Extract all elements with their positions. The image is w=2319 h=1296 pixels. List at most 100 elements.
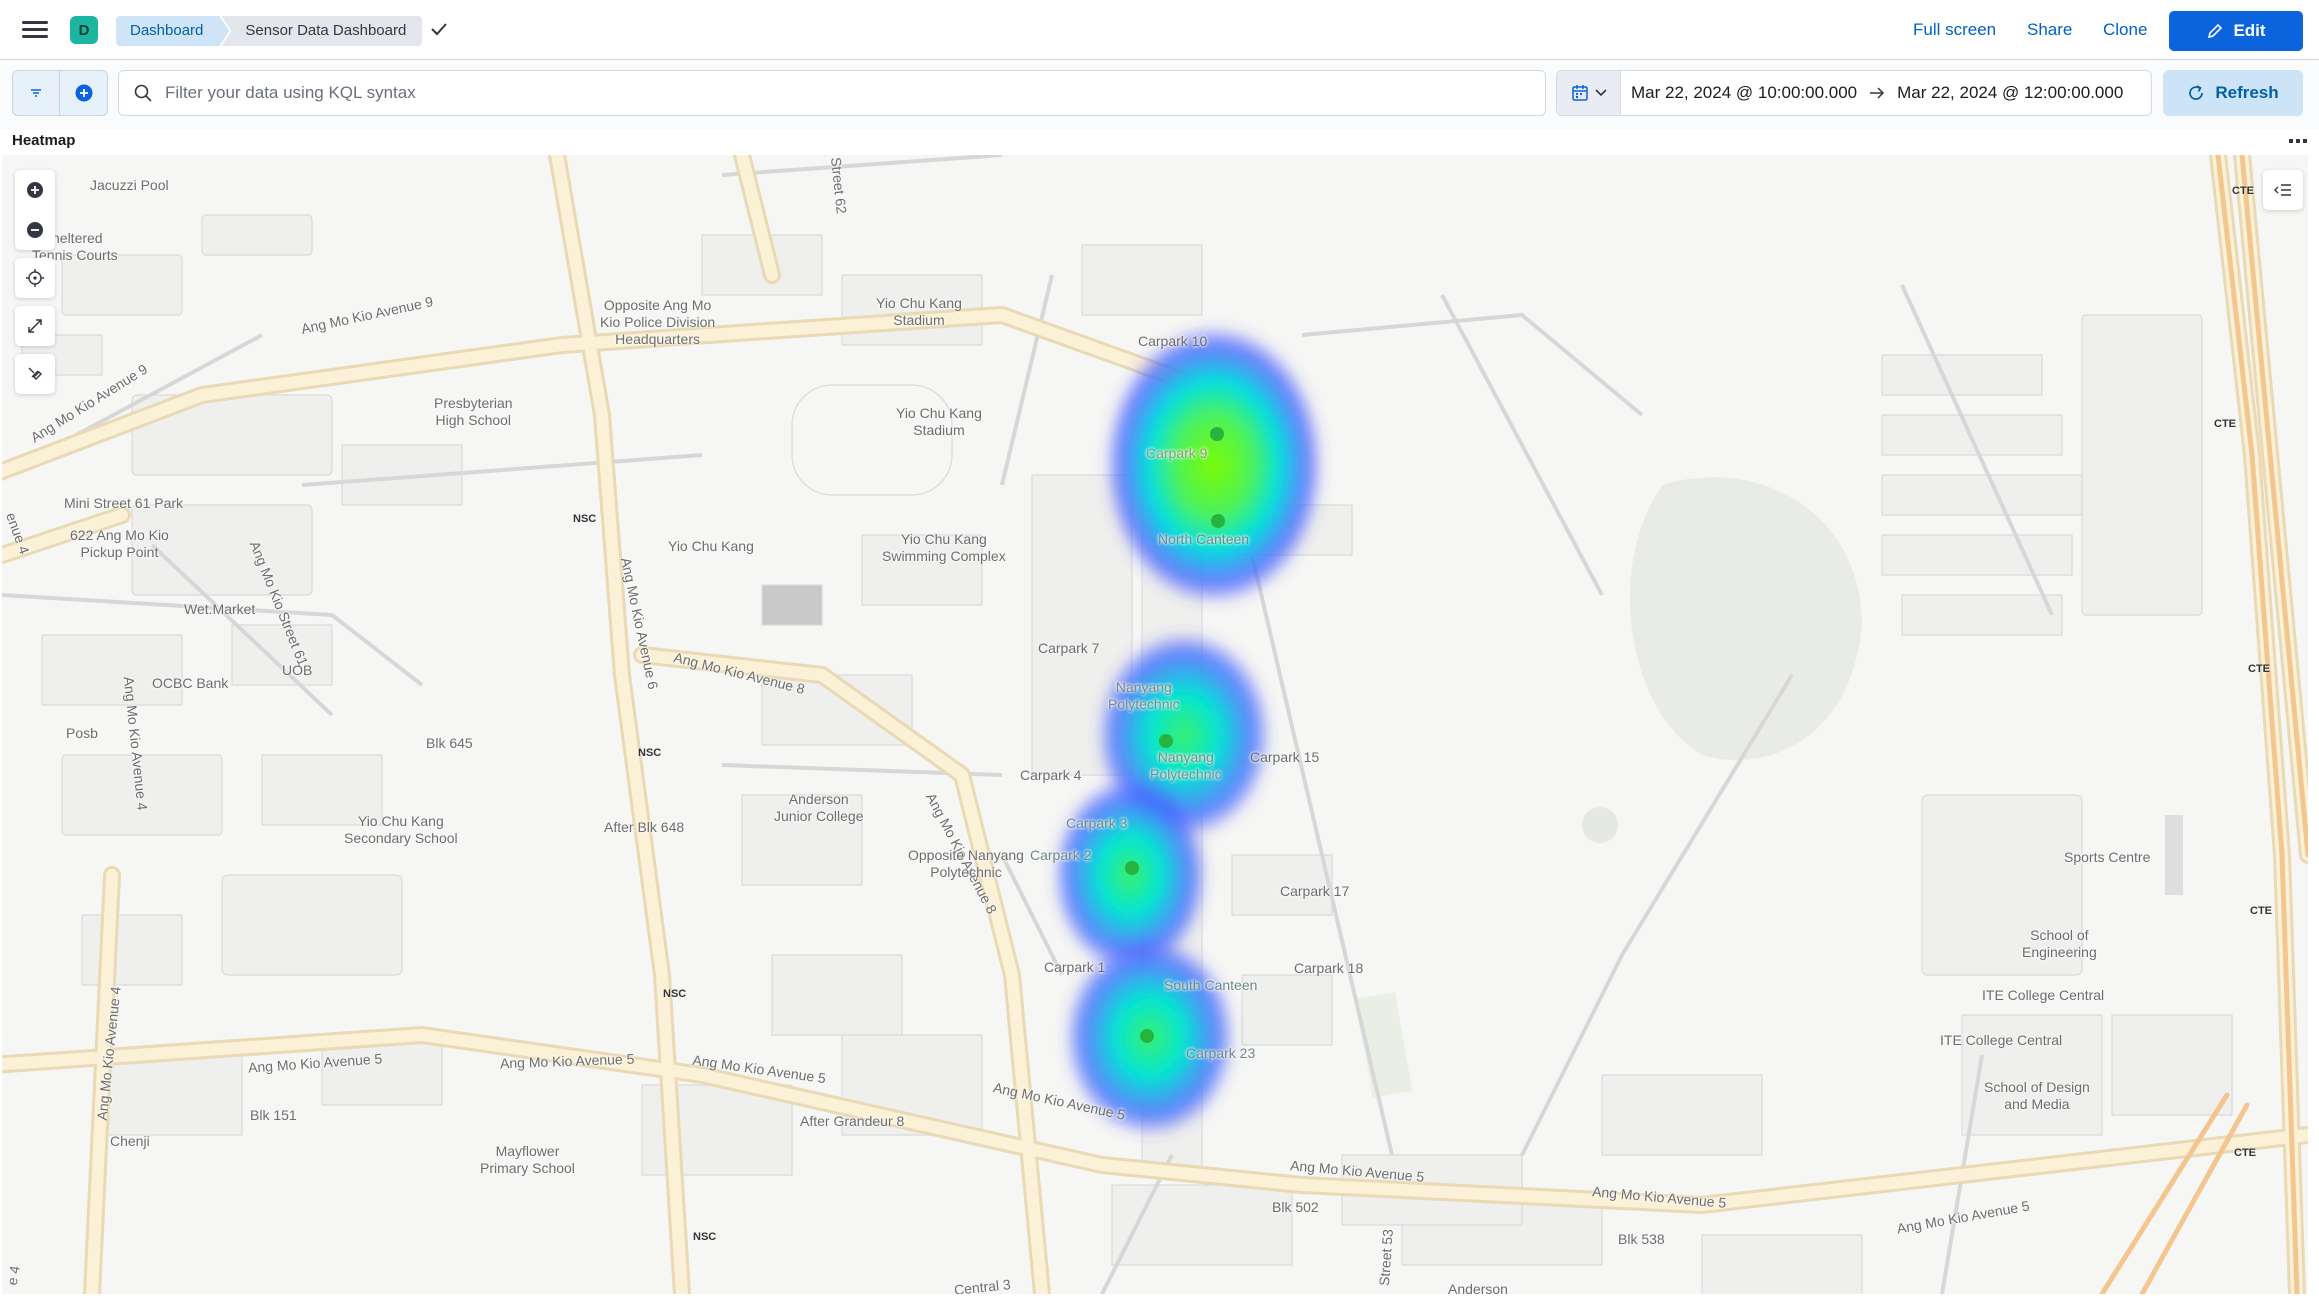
map-tools [15,170,55,402]
refresh-button[interactable]: Refresh [2163,70,2303,116]
top-header: D Dashboard Sensor Data Dashboard Full s… [0,0,2319,60]
sensor-point [1210,427,1224,441]
cte-marker: CTE [2248,663,2270,675]
menu-icon[interactable] [22,18,48,42]
map-label: Carpark 10 [1138,333,1208,349]
zoom-control [15,170,55,250]
map-label: Nanyang Polytechnic [1108,679,1180,712]
map-label: School of Engineering [2022,927,2097,960]
heatmap-map[interactable]: Jacuzzi Pool heltered Tennis Courts Ang … [2,155,2308,1294]
draw-tool-button[interactable] [15,354,55,394]
map-label: e 4 [3,1264,23,1287]
cte-marker: CTE [2250,905,2272,917]
breadcrumb: Dashboard Sensor Data Dashboard [116,16,423,46]
edit-button[interactable]: Edit [2169,11,2303,51]
crosshair-icon [26,269,44,287]
arrow-right-icon [1870,87,1885,99]
map-label: Carpark 7 [1038,640,1100,656]
map-label: Mayflower Primary School [480,1143,575,1176]
map-label: Yio Chu Kang Swimming Complex [882,531,1006,564]
check-icon[interactable] [428,18,450,40]
map-label: Blk 502 [1272,1199,1319,1215]
start-date[interactable]: Mar 22, 2024 @ 10:00:00.000 [1631,83,1857,103]
kql-search-input[interactable] [165,71,1525,115]
end-date[interactable]: Mar 22, 2024 @ 12:00:00.000 [1897,83,2123,103]
calendar-icon [1571,85,1588,101]
chevron-down-icon [1594,89,1607,97]
map-label: Presbyterian High School [434,395,513,428]
minus-circle-icon [27,222,43,238]
map-label: Blk 645 [426,735,473,751]
map-label: Carpark 1 [1044,959,1106,975]
map-label: After Blk 648 [604,819,685,835]
plus-circle-icon [27,182,43,198]
map-label: Anderson Junior College [774,791,864,824]
sensor-point [1159,734,1173,748]
map-label: After Grandeur 8 [800,1113,905,1129]
layer-legend-button[interactable] [2263,170,2303,210]
map-label: Wet.Market [184,601,256,617]
map-label: heltered [52,230,103,246]
sensor-point [1125,861,1139,875]
edit-label: Edit [2233,21,2266,40]
add-filter-button[interactable] [60,71,107,115]
date-picker: Mar 22, 2024 @ 10:00:00.000 Mar 22, 2024… [1556,70,2152,116]
map-label: Carpark 15 [1250,749,1320,765]
map-label: Blk 538 [1618,1231,1665,1247]
locate-button[interactable] [15,258,55,298]
nsc-marker: NSC [573,513,597,525]
cte-marker: CTE [2232,185,2254,197]
refresh-label: Refresh [2215,83,2279,102]
breadcrumb-dashboard[interactable]: Dashboard [116,16,229,46]
map-label: Carpark 4 [1020,767,1082,783]
filter-group [12,70,108,116]
map-label: OCBC Bank [152,675,229,691]
fit-bounds-button[interactable] [15,306,55,346]
map-label: Carpark 18 [1294,960,1364,976]
plus-circle-icon [75,84,92,102]
pencil-icon [2208,23,2223,39]
map-label: ITE College Central [1982,987,2105,1003]
map-label: Carpark 9 [1146,445,1208,461]
map-label: Opposite Nanyang Polytechnic [908,847,1024,880]
breadcrumb-current: Sensor Data Dashboard [221,16,423,46]
sensor-point [1140,1029,1154,1043]
share-link[interactable]: Share [2027,20,2072,40]
map-label: Yio Chu Kang [668,538,754,554]
map-label: Opposite Ang Mo Kio Police Division Head… [600,297,716,347]
map-label: South Canteen [1164,977,1258,993]
clone-link[interactable]: Clone [2103,20,2147,40]
map-label: Carpark 2 [1030,847,1092,863]
map-label: Yio Chu Kang Stadium [896,405,982,438]
map-label: North Canteen [1158,531,1250,547]
full-screen-link[interactable]: Full screen [1913,20,1996,40]
zoom-in-button[interactable] [15,170,55,210]
refresh-icon [2189,85,2204,100]
list-collapse-icon [2274,184,2291,196]
map-label: UOB [282,662,313,678]
panel-options-icon[interactable] [2288,136,2308,146]
zoom-out-button[interactable] [15,210,55,250]
map-label: Sports Centre [2064,849,2151,865]
app-avatar[interactable]: D [70,16,98,44]
map-label: Blk 151 [250,1107,297,1123]
panel-title: Heatmap [12,132,76,149]
map-label: Anderson [1448,1281,1508,1294]
map-label: Yio Chu Kang Stadium [876,295,962,328]
map-label: ITE College Central [1940,1032,2063,1048]
cte-marker: CTE [2234,1147,2256,1159]
wrench-icon [28,367,42,380]
kql-search-box [118,70,1546,116]
map-label: Chenji [110,1133,150,1149]
map-label: Carpark 17 [1280,883,1350,899]
nsc-marker: NSC [693,1231,717,1243]
nsc-marker: NSC [663,988,687,1000]
sensor-point [1211,514,1225,528]
filter-menu-button[interactable] [13,71,61,115]
quick-date-menu-button[interactable] [1557,71,1621,115]
query-bar: Mar 22, 2024 @ 10:00:00.000 Mar 22, 2024… [0,60,2319,130]
map-label: Carpark 23 [1186,1045,1256,1061]
map-label: Yio Chu Kang Secondary School [344,813,458,846]
map-label: Jacuzzi Pool [90,177,169,193]
heat-blob-north [1104,325,1324,605]
